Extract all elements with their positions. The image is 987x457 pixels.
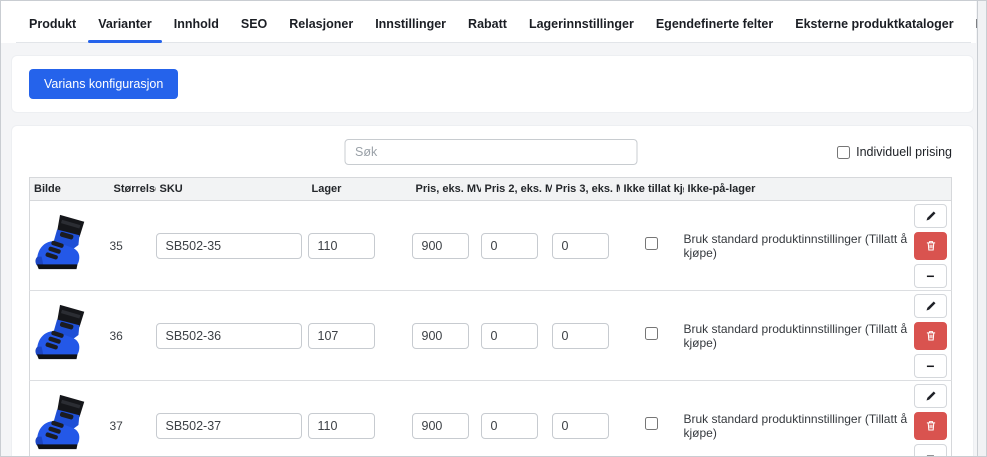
tab-innhold[interactable]: Innhold	[163, 17, 230, 43]
trash-icon	[925, 419, 937, 432]
tab-varianter[interactable]: Varianter	[87, 17, 163, 43]
column-header: Pris, eks. MVA	[412, 178, 481, 201]
table-header-row: BildeStørrelseSKULagerPris, eks. MVAPris…	[30, 178, 952, 201]
tab-seo[interactable]: SEO	[230, 17, 278, 43]
tab-lagerinnstillinger[interactable]: Lagerinnstillinger	[518, 17, 645, 43]
collapse-button[interactable]: −	[914, 354, 947, 378]
price-input[interactable]	[412, 233, 469, 259]
individual-pricing-checkbox[interactable]	[837, 146, 850, 159]
collapse-button[interactable]: −	[914, 264, 947, 288]
pencil-icon	[925, 300, 937, 312]
price-input[interactable]	[412, 413, 469, 439]
tab-bar: ProduktVarianterInnholdSEORelasjonerInns…	[1, 1, 976, 43]
column-header: Ikke-på-lager	[684, 178, 910, 201]
not-allowed-purchase-checkbox[interactable]	[645, 237, 658, 250]
tab-produkt[interactable]: Produkt	[18, 17, 87, 43]
sku-input[interactable]	[156, 233, 302, 259]
price3-input[interactable]	[552, 413, 609, 439]
individual-pricing-label: Individuell prising	[856, 145, 952, 159]
variant-row: 35 Bruk standard produktinnstillinger (T…	[30, 201, 952, 291]
individual-pricing-toggle[interactable]: Individuell prising	[837, 145, 952, 159]
column-header: Ikke tillat kjøp	[620, 178, 684, 201]
variants-card: Individuell prising BildeStørrelseSKULag…	[11, 125, 974, 457]
delete-button[interactable]	[914, 322, 947, 350]
filters-row: Individuell prising	[29, 139, 952, 165]
minus-icon: −	[926, 449, 934, 457]
variants-table: BildeStørrelseSKULagerPris, eks. MVAPris…	[29, 177, 952, 457]
variant-row: 37 Bruk standard produktinnstillinger (T…	[30, 381, 952, 457]
not-allowed-purchase-checkbox[interactable]	[645, 327, 658, 340]
size-value: 36	[110, 291, 156, 381]
edit-button[interactable]	[914, 204, 947, 228]
sku-input[interactable]	[156, 323, 302, 349]
stock-input[interactable]	[308, 413, 375, 439]
collapse-button[interactable]: −	[914, 444, 947, 457]
tab-relasjoner[interactable]: Relasjoner	[278, 17, 364, 43]
column-header	[910, 178, 952, 201]
tab-eksterne-produktkataloger[interactable]: Eksterne produktkataloger	[784, 17, 964, 43]
stock-status-text: Bruk standard produktinnstillinger (Till…	[684, 291, 910, 381]
row-actions: −	[910, 294, 952, 378]
delete-button[interactable]	[914, 412, 947, 440]
delete-button[interactable]	[914, 232, 947, 260]
size-value: 37	[110, 381, 156, 457]
column-header: Lager	[308, 178, 412, 201]
product-image	[30, 212, 92, 274]
product-image	[30, 392, 92, 454]
row-actions: −	[910, 204, 952, 288]
size-value: 35	[110, 201, 156, 291]
column-header: Størrelse	[110, 178, 156, 201]
search-input[interactable]	[344, 139, 637, 165]
variant-row: 36 Bruk standard produktinnstillinger (T…	[30, 291, 952, 381]
variant-configuration-button[interactable]: Varians konfigurasjon	[29, 69, 178, 99]
tab-rabatt[interactable]: Rabatt	[457, 17, 518, 43]
product-admin-screen: ProduktVarianterInnholdSEORelasjonerInns…	[0, 0, 987, 457]
edit-button[interactable]	[914, 294, 947, 318]
main-content: Varians konfigurasjon Individuell prisin…	[1, 43, 986, 457]
price3-input[interactable]	[552, 233, 609, 259]
trash-icon	[925, 239, 937, 252]
tab-innstillinger[interactable]: Innstillinger	[364, 17, 457, 43]
price2-input[interactable]	[481, 323, 538, 349]
column-header: SKU	[156, 178, 308, 201]
column-header: Bilde	[30, 178, 110, 201]
variant-toolbar-card: Varians konfigurasjon	[11, 55, 974, 113]
minus-icon: −	[926, 269, 934, 283]
product-image	[30, 302, 92, 364]
row-actions: −	[910, 384, 952, 457]
price3-input[interactable]	[552, 323, 609, 349]
stock-status-text: Bruk standard produktinnstillinger (Till…	[684, 201, 910, 291]
variants-tbody: 35 Bruk standard produktinnstillinger (T…	[30, 201, 952, 457]
pencil-icon	[925, 390, 937, 402]
price2-input[interactable]	[481, 233, 538, 259]
pencil-icon	[925, 210, 937, 222]
trash-icon	[925, 329, 937, 342]
column-header: Pris 3, eks. MVA	[552, 178, 620, 201]
column-header: Pris 2, eks. MVA	[481, 178, 552, 201]
stock-status-text: Bruk standard produktinnstillinger (Till…	[684, 381, 910, 457]
not-allowed-purchase-checkbox[interactable]	[645, 417, 658, 430]
price2-input[interactable]	[481, 413, 538, 439]
tab-egendefinerte-felter[interactable]: Egendefinerte felter	[645, 17, 784, 43]
sku-input[interactable]	[156, 413, 302, 439]
edit-button[interactable]	[914, 384, 947, 408]
stock-input[interactable]	[308, 323, 375, 349]
price-input[interactable]	[412, 323, 469, 349]
stock-input[interactable]	[308, 233, 375, 259]
minus-icon: −	[926, 359, 934, 373]
scrollbar[interactable]	[977, 1, 986, 456]
